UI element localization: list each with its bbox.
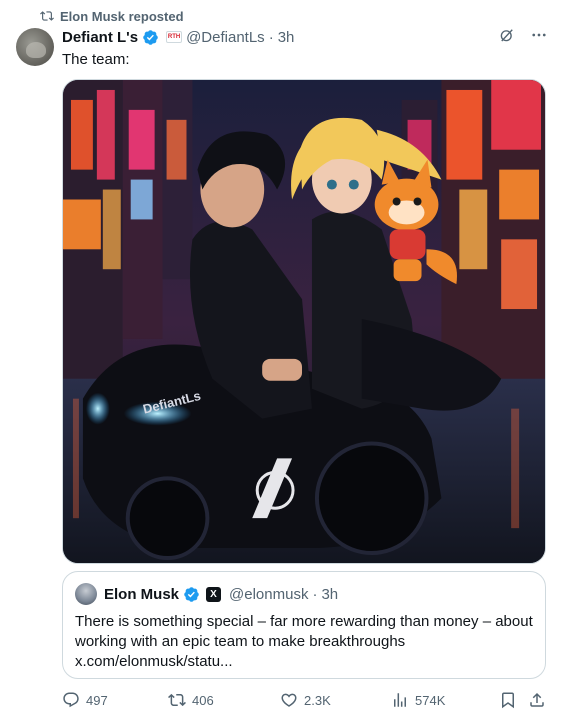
author-avatar[interactable] [16, 28, 54, 66]
anime-motorcycle-illustration: DefiantLs [63, 80, 545, 563]
author-display-name[interactable]: Defiant L's [62, 29, 138, 46]
quoted-tweet[interactable]: Elon Musk X @elonmusk · 3h There is some… [62, 571, 546, 679]
verified-badge-icon[interactable] [142, 29, 159, 46]
separator-dot: · [268, 28, 274, 46]
reply-count: 497 [86, 692, 108, 708]
separator-dot: · [312, 585, 318, 603]
repost-indicator[interactable]: Elon Musk reposted [40, 8, 184, 24]
repost-label: Elon Musk reposted [60, 8, 184, 24]
bookmark-icon [502, 692, 514, 709]
share-button[interactable] [528, 691, 546, 709]
tweet-timestamp[interactable]: 3h [278, 29, 295, 46]
tweet-action-bar: 497 406 2.3K 574K [62, 689, 546, 711]
reply-button[interactable]: 497 [62, 691, 108, 709]
views-count: 574K [415, 692, 446, 708]
heart-icon [281, 693, 297, 707]
tweet-media-image[interactable]: DefiantLs [62, 79, 546, 564]
quoted-author-handle: @elonmusk [229, 585, 309, 603]
tweet-header: Defiant L's RTH @DefiantLs · 3h [62, 28, 294, 46]
author-handle[interactable]: @DefiantLs [186, 29, 265, 46]
quoted-tweet-timestamp: 3h [321, 585, 339, 603]
quoted-tweet-header: Elon Musk X @elonmusk · 3h [75, 583, 339, 605]
retweet-icon [168, 693, 186, 707]
x-affiliation-badge: X [206, 586, 222, 602]
retweet-icon [40, 11, 54, 21]
share-icon [530, 692, 544, 707]
like-button[interactable]: 2.3K [280, 691, 331, 709]
grok-icon[interactable] [498, 26, 516, 44]
repost-button[interactable]: 406 [168, 691, 214, 709]
quoted-tweet-text: There is something special – far more re… [75, 613, 533, 670]
repost-count: 406 [192, 692, 214, 708]
header-actions [498, 26, 548, 44]
reply-icon [63, 692, 79, 708]
more-options-icon[interactable] [530, 26, 548, 44]
bookmark-button[interactable] [499, 691, 517, 709]
verified-badge-icon [184, 586, 199, 602]
like-count: 2.3K [304, 692, 331, 708]
affiliation-badge[interactable]: RTH [166, 31, 183, 43]
quoted-author-avatar [75, 583, 97, 605]
quoted-author-display-name: Elon Musk [104, 585, 180, 603]
analytics-icon [394, 693, 406, 707]
tweet-text: The team: [62, 51, 130, 68]
views-button[interactable]: 574K [391, 691, 445, 709]
